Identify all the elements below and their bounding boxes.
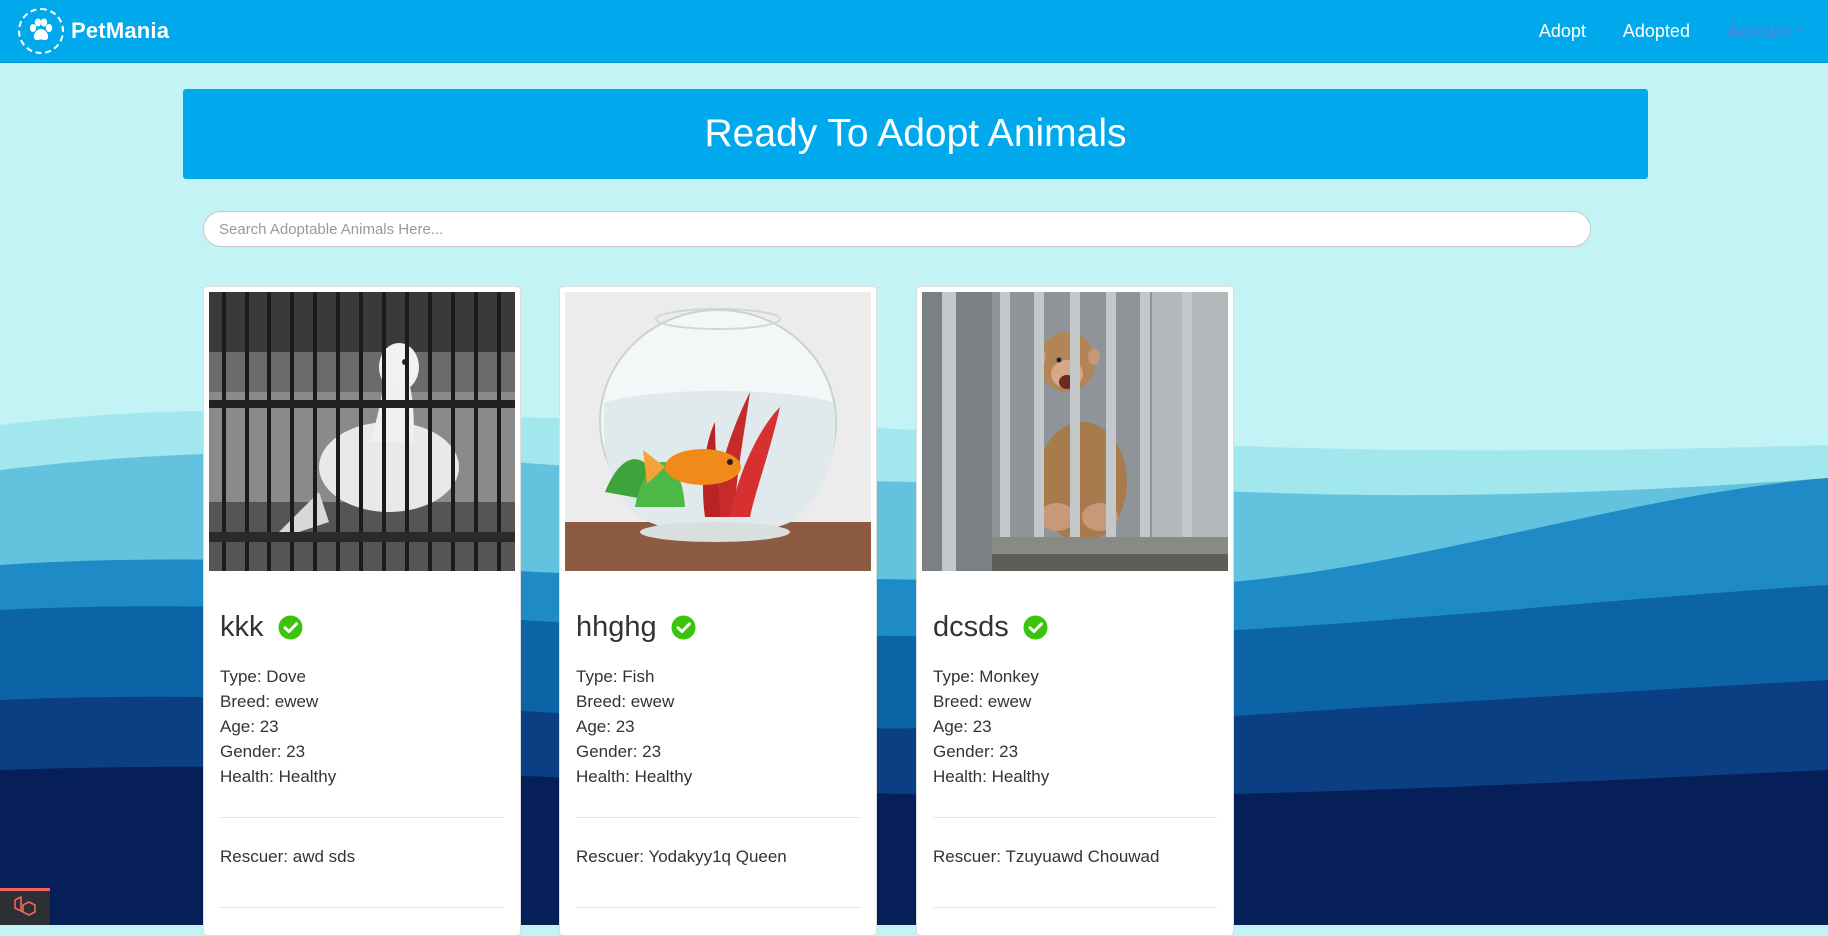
pet-rescuer: Rescuer: Yodakyy1q Queen	[576, 847, 787, 866]
pet-age: Age: 23	[220, 717, 279, 736]
pet-rescuer: Rescuer: Tzuyuawd Chouwad	[933, 847, 1160, 866]
page-banner: Ready To Adopt Animals	[183, 89, 1648, 179]
paw-icon	[18, 8, 64, 54]
pet-health: Health: Healthy	[576, 767, 693, 786]
card-body: dcsds Type: Monkey Breed: ewew Age: 23 G…	[933, 607, 1217, 908]
pet-gender: Gender: 23	[220, 742, 306, 761]
pet-age: Age: 23	[576, 717, 635, 736]
pet-name-row: dcsds	[933, 607, 1217, 647]
goldfish-bowl-photo	[565, 292, 871, 571]
dove-in-cage-photo	[209, 292, 515, 571]
pet-info: Type: Dove Breed: ewew Age: 23 Gender: 2…	[220, 664, 504, 789]
caret-down-icon	[1796, 29, 1804, 33]
pet-gender: Gender: 23	[933, 742, 1019, 761]
nav-links: Adopt Adopted Account	[1502, 0, 1804, 62]
animal-card: dcsds Type: Monkey Breed: ewew Age: 23 G…	[916, 286, 1234, 936]
check-circle-icon[interactable]	[1023, 615, 1048, 640]
brand-link[interactable]: PetMania	[18, 5, 169, 57]
pet-gender: Gender: 23	[576, 742, 662, 761]
laravel-icon	[14, 896, 36, 916]
pet-name-row: hhghg	[576, 607, 860, 647]
card-body: hhghg Type: Fish Breed: ewew Age: 23 Gen…	[576, 607, 860, 908]
divider	[576, 907, 860, 908]
top-navbar: PetMania Adopt Adopted Account	[0, 0, 1828, 63]
pet-info: Type: Monkey Breed: ewew Age: 23 Gender:…	[933, 664, 1217, 789]
pet-type: Type: Dove	[220, 667, 306, 686]
pet-health: Health: Healthy	[220, 767, 337, 786]
animal-card: hhghg Type: Fish Breed: ewew Age: 23 Gen…	[559, 286, 877, 936]
pet-name: dcsds	[933, 610, 1009, 643]
animal-card: kkk Type: Dove Breed: ewew Age: 23 Gende…	[203, 286, 521, 936]
pet-breed: Breed: ewew	[933, 692, 1032, 711]
monkey-behind-bars-photo	[922, 292, 1228, 571]
debugbar-toggle[interactable]	[0, 888, 50, 925]
pet-breed: Breed: ewew	[576, 692, 675, 711]
pet-type: Type: Monkey	[933, 667, 1039, 686]
pet-type: Type: Fish	[576, 667, 655, 686]
pet-name: hhghg	[576, 610, 657, 643]
search-input[interactable]	[203, 211, 1591, 247]
pet-breed: Breed: ewew	[220, 692, 319, 711]
pet-info: Type: Fish Breed: ewew Age: 23 Gender: 2…	[576, 664, 860, 789]
pet-rescuer: Rescuer: awd sds	[220, 847, 356, 866]
account-dropdown[interactable]: Account	[1727, 21, 1804, 42]
divider	[933, 817, 1217, 818]
pet-health: Health: Healthy	[933, 767, 1050, 786]
nav-adopt-link[interactable]: Adopt	[1539, 21, 1586, 42]
divider	[576, 817, 860, 818]
card-body: kkk Type: Dove Breed: ewew Age: 23 Gende…	[220, 607, 504, 908]
pet-name-row: kkk	[220, 607, 504, 647]
divider	[933, 907, 1217, 908]
divider	[220, 907, 504, 908]
account-label: Account	[1726, 20, 1792, 41]
divider	[220, 817, 504, 818]
page-title: Ready To Adopt Animals	[704, 112, 1127, 155]
pet-age: Age: 23	[933, 717, 992, 736]
check-circle-icon[interactable]	[671, 615, 696, 640]
pet-name: kkk	[220, 610, 264, 643]
check-circle-icon[interactable]	[278, 615, 303, 640]
nav-adopted-link[interactable]: Adopted	[1623, 21, 1690, 42]
brand-name: PetMania	[71, 18, 170, 43]
